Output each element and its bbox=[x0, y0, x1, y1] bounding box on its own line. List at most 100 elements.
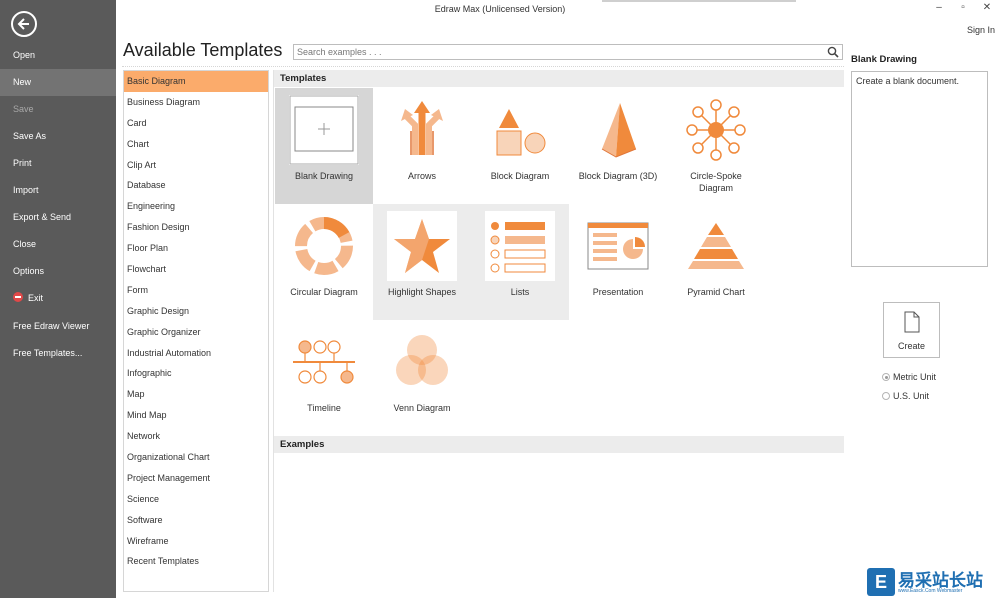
category-science[interactable]: Science bbox=[124, 489, 268, 510]
category-card[interactable]: Card bbox=[124, 113, 268, 134]
sidebar-item-label: New bbox=[13, 77, 32, 87]
search-icon[interactable] bbox=[827, 46, 839, 58]
category-engineering[interactable]: Engineering bbox=[124, 196, 268, 217]
category-map[interactable]: Map bbox=[124, 384, 268, 405]
sidebar-item-close[interactable]: Close bbox=[0, 231, 116, 258]
template-tile-circle-spoke-diagram[interactable]: Circle-Spoke Diagram bbox=[667, 88, 765, 204]
sidebar-item-label: Import bbox=[13, 185, 39, 195]
circle-spoke-icon bbox=[681, 95, 751, 165]
document-icon bbox=[904, 311, 920, 333]
sidebar-item-options[interactable]: Options bbox=[0, 258, 116, 285]
category-graphic-organizer[interactable]: Graphic Organizer bbox=[124, 322, 268, 343]
sidebar-item-free-templates[interactable]: Free Templates... bbox=[0, 340, 116, 367]
template-tile-timeline[interactable]: Timeline bbox=[275, 320, 373, 436]
sidebar-item-exit[interactable]: Exit bbox=[0, 285, 116, 312]
category-wireframe[interactable]: Wireframe bbox=[124, 531, 268, 552]
category-network[interactable]: Network bbox=[124, 426, 268, 447]
template-tile-block-diagram[interactable]: Block Diagram bbox=[471, 88, 569, 204]
circular-diagram-icon bbox=[289, 211, 359, 281]
radio-dot bbox=[882, 373, 890, 381]
category-basic-diagram[interactable]: Basic Diagram bbox=[124, 71, 268, 92]
restore-button[interactable]: ▫ bbox=[956, 2, 970, 16]
metric-unit-label: Metric Unit bbox=[893, 372, 937, 382]
template-label: Highlight Shapes bbox=[387, 287, 457, 297]
template-tile-blank-drawing[interactable]: Blank Drawing bbox=[275, 88, 373, 204]
watermark-subtext: www.Easck.Com Webmaster bbox=[898, 588, 963, 594]
category-mind-map[interactable]: Mind Map bbox=[124, 405, 268, 426]
category-graphic-design[interactable]: Graphic Design bbox=[124, 301, 268, 322]
examples-area bbox=[274, 462, 844, 592]
backstage-sidebar: Open New Save Save As Print Import Export & Se… bbox=[0, 0, 116, 598]
sidebar-item-label: Exit bbox=[28, 293, 44, 303]
sidebar-item-save[interactable]: Save bbox=[0, 96, 116, 123]
template-tile-presentation[interactable]: Presentation bbox=[569, 204, 667, 320]
search-box bbox=[293, 44, 843, 60]
sidebar-item-export-send[interactable]: Export & Send bbox=[0, 204, 116, 231]
sidebar-item-label: Open bbox=[13, 50, 36, 60]
templates-section-header: Templates bbox=[274, 70, 844, 87]
category-recent-templates[interactable]: Recent Templates bbox=[124, 551, 268, 572]
template-label: Timeline bbox=[307, 403, 341, 413]
exit-icon bbox=[13, 292, 23, 302]
search-input[interactable] bbox=[295, 45, 815, 59]
category-industrial-automation[interactable]: Industrial Automation bbox=[124, 343, 268, 364]
category-organizational-chart[interactable]: Organizational Chart bbox=[124, 447, 268, 468]
category-chart[interactable]: Chart bbox=[124, 134, 268, 155]
lists-icon bbox=[485, 211, 555, 281]
presentation-icon bbox=[583, 211, 653, 281]
sidebar-item-label: Save As bbox=[13, 131, 47, 141]
templates-panel: Templates Blank Drawing Arrows Block Diagr… bbox=[273, 70, 844, 592]
timeline-icon bbox=[289, 327, 359, 397]
sidebar-item-new[interactable]: New bbox=[0, 69, 116, 96]
category-floor-plan[interactable]: Floor Plan bbox=[124, 238, 268, 259]
back-arrow-icon[interactable] bbox=[11, 11, 37, 37]
category-clip-art[interactable]: Clip Art bbox=[124, 155, 268, 176]
sidebar-item-label: Print bbox=[13, 158, 32, 168]
category-database[interactable]: Database bbox=[124, 175, 268, 196]
category-form[interactable]: Form bbox=[124, 280, 268, 301]
template-tile-venn-diagram[interactable]: Venn Diagram bbox=[373, 320, 471, 436]
template-label: Pyramid Chart bbox=[687, 287, 745, 297]
block-diagram-3d-icon bbox=[583, 95, 653, 165]
sign-in-link[interactable]: Sign In bbox=[967, 25, 995, 35]
category-software[interactable]: Software bbox=[124, 510, 268, 531]
template-tile-circular-diagram[interactable]: Circular Diagram bbox=[275, 204, 373, 320]
template-label: Block Diagram (3D) bbox=[578, 171, 658, 181]
create-button[interactable]: Create bbox=[883, 302, 940, 358]
sidebar-item-label: Close bbox=[13, 239, 37, 249]
template-tile-pyramid-chart[interactable]: Pyramid Chart bbox=[667, 204, 765, 320]
page-title: Available Templates bbox=[123, 40, 283, 60]
template-label: Presentation bbox=[592, 287, 644, 297]
venn-diagram-icon bbox=[387, 327, 457, 397]
sidebar-item-label: Export & Send bbox=[13, 212, 72, 222]
sidebar-item-save-as[interactable]: Save As bbox=[0, 123, 116, 150]
blank-drawing-icon bbox=[289, 95, 359, 165]
category-business-diagram[interactable]: Business Diagram bbox=[124, 92, 268, 113]
category-infographic[interactable]: Infographic bbox=[124, 363, 268, 384]
sidebar-item-label: Options bbox=[13, 266, 45, 276]
sidebar-item-free-edraw-viewer[interactable]: Free Edraw Viewer bbox=[0, 313, 116, 340]
sidebar-item-open[interactable]: Open bbox=[0, 42, 116, 69]
sidebar-item-label: Free Edraw Viewer bbox=[13, 321, 90, 331]
preview-title: Blank Drawing bbox=[851, 54, 917, 65]
minimize-button[interactable]: – bbox=[932, 2, 946, 16]
template-tile-highlight-shapes[interactable]: Highlight Shapes bbox=[373, 204, 471, 320]
category-flowchart[interactable]: Flowchart bbox=[124, 259, 268, 280]
preview-description: Create a blank document. bbox=[851, 71, 988, 267]
template-tile-block-diagram-3d[interactable]: Block Diagram (3D) bbox=[569, 88, 667, 204]
us-unit-radio[interactable]: U.S. Unit bbox=[882, 391, 929, 401]
sidebar-item-import[interactable]: Import bbox=[0, 177, 116, 204]
template-tile-arrows[interactable]: Arrows bbox=[373, 88, 471, 204]
radio-dot bbox=[882, 392, 890, 400]
examples-section-header: Examples bbox=[274, 436, 844, 453]
us-unit-label: U.S. Unit bbox=[893, 391, 930, 401]
sidebar-item-print[interactable]: Print bbox=[0, 150, 116, 177]
metric-unit-radio[interactable]: Metric Unit bbox=[882, 372, 936, 382]
template-tile-lists[interactable]: Lists bbox=[471, 204, 569, 320]
close-button[interactable]: ✕ bbox=[980, 2, 994, 16]
category-fashion-design[interactable]: Fashion Design bbox=[124, 217, 268, 238]
category-project-management[interactable]: Project Management bbox=[124, 468, 268, 489]
title-bar-tab bbox=[602, 0, 796, 2]
sidebar-item-label: Free Templates... bbox=[13, 348, 83, 358]
create-button-label: Create bbox=[897, 341, 925, 351]
